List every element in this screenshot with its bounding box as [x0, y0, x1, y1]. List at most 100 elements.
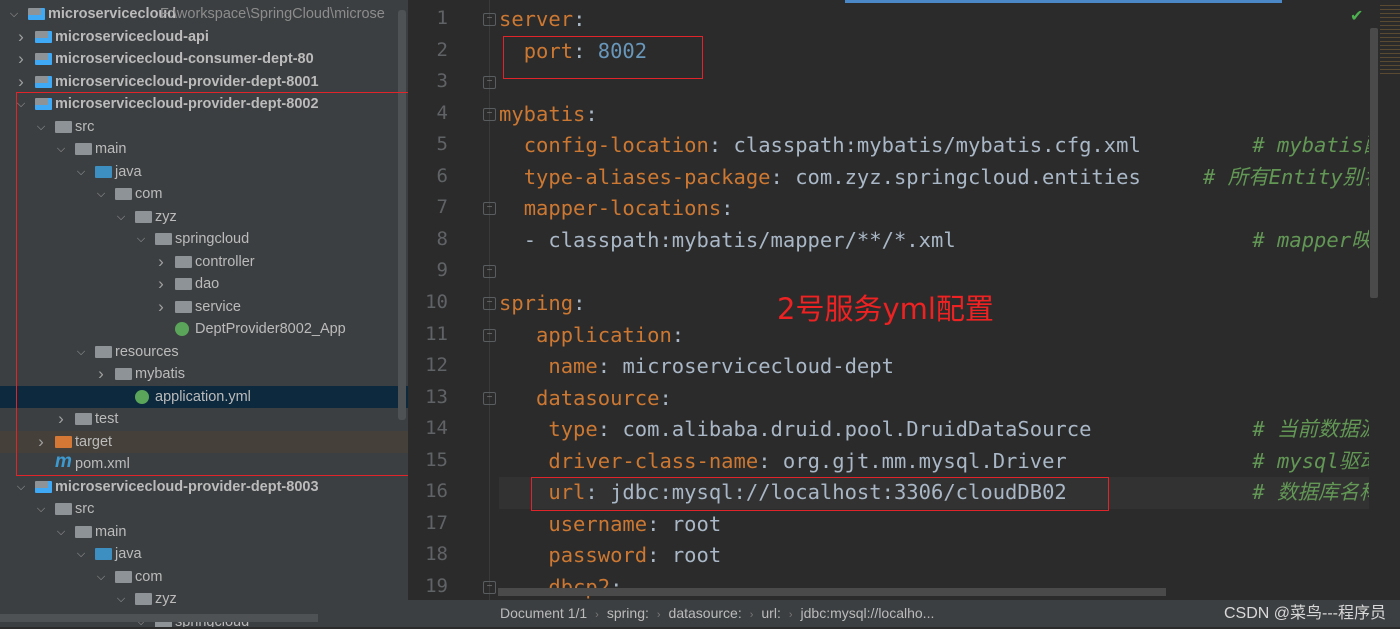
- tree-item[interactable]: ⌵ main: [0, 521, 408, 544]
- chevron-right-icon[interactable]: ›: [35, 431, 47, 454]
- fold-marker-icon[interactable]: −: [483, 202, 496, 216]
- tree-item[interactable]: ⌵ microservicecloud-provider-dept-8003: [0, 476, 408, 499]
- chevron-right-icon[interactable]: ›: [155, 251, 167, 274]
- tree-item[interactable]: › test: [0, 408, 408, 431]
- code-line[interactable]: type: com.alibaba.druid.pool.DruidDataSo…: [499, 414, 1369, 446]
- module-icon: [35, 75, 52, 88]
- editor-vertical-scrollbar[interactable]: [1370, 28, 1378, 298]
- spring-class-icon: [175, 322, 189, 336]
- yaml-comment: # mybatis配: [1252, 133, 1369, 158]
- chevron-down-icon[interactable]: ⌵: [35, 116, 47, 139]
- chevron-right-icon[interactable]: ›: [95, 363, 107, 386]
- code-line[interactable]: server:: [499, 4, 1369, 36]
- fold-marker-icon[interactable]: −: [483, 328, 496, 342]
- chevron-down-icon[interactable]: ⌵: [15, 93, 27, 116]
- tree-item[interactable]: ⌵ src: [0, 116, 408, 139]
- yaml-key: mybatis: [499, 101, 586, 126]
- tree-item[interactable]: ⌵ java: [0, 161, 408, 184]
- fold-marker-icon[interactable]: −: [483, 13, 496, 26]
- tree-item[interactable]: ⌵ src: [0, 498, 408, 521]
- code-line[interactable]: driver-class-name: org.gjt.mm.mysql.Driv…: [499, 446, 1369, 478]
- code-line[interactable]: - classpath:mybatis/mapper/**/*.xml # map…: [499, 225, 1369, 257]
- tree-item[interactable]: › target: [0, 430, 408, 454]
- fold-marker-icon[interactable]: −: [483, 296, 496, 310]
- line-number: 19: [425, 574, 448, 597]
- tree-item[interactable]: ⌵ resources: [0, 341, 408, 364]
- chevron-right-icon[interactable]: ›: [15, 48, 27, 71]
- tree-item[interactable]: ⌵ springcloud: [0, 228, 408, 251]
- chevron-down-icon[interactable]: ⌵: [115, 206, 127, 229]
- chevron-down-icon[interactable]: ⌵: [75, 341, 87, 364]
- check-icon[interactable]: ✔: [1350, 6, 1363, 26]
- breadcrumb-item[interactable]: spring:: [607, 605, 649, 621]
- code-line[interactable]: username: root: [499, 509, 1369, 541]
- yaml-key: driver-class-name: [548, 448, 759, 473]
- tree-item[interactable]: › service: [0, 296, 408, 319]
- code-line[interactable]: datasource:: [499, 383, 1369, 415]
- code-line[interactable]: mapper-locations:: [499, 193, 1369, 225]
- breadcrumb-item[interactable]: Document 1/1: [500, 605, 587, 621]
- fold-marker-icon[interactable]: −: [483, 265, 496, 279]
- project-tree[interactable]: ⌵ microservicecloud F:\workspace\SpringClo…: [0, 0, 408, 627]
- tree-item[interactable]: ⌵ com: [0, 566, 408, 589]
- code-line[interactable]: [499, 256, 1369, 288]
- tree-item[interactable]: application.yml: [0, 385, 408, 408]
- code-editor[interactable]: 1− server: 2 port: 8002 3−4− mybatis: 5 con…: [408, 0, 1400, 600]
- tree-item[interactable]: › microservicecloud-consumer-dept-80: [0, 48, 408, 71]
- breadcrumb-item[interactable]: jdbc:mysql://localho...: [801, 605, 935, 621]
- tree-item[interactable]: › microservicecloud-provider-dept-8001: [0, 71, 408, 94]
- fold-marker-icon[interactable]: −: [483, 391, 496, 405]
- tree-item[interactable]: DeptProvider8002_App: [0, 318, 408, 341]
- breadcrumb-item[interactable]: url:: [761, 605, 780, 621]
- chevron-right-icon[interactable]: ›: [55, 408, 67, 431]
- fold-marker-icon[interactable]: −: [483, 107, 496, 121]
- tree-vertical-scrollbar[interactable]: [398, 10, 406, 420]
- chevron-right-icon[interactable]: ›: [15, 71, 27, 94]
- chevron-down-icon[interactable]: ⌵: [115, 588, 127, 611]
- yaml-key: application: [536, 322, 672, 347]
- tree-item[interactable]: › microservicecloud-api: [0, 26, 408, 49]
- line-number: 13: [425, 385, 448, 408]
- breadcrumb-item[interactable]: datasource:: [669, 605, 742, 621]
- line-number: 12: [425, 354, 448, 377]
- tree-item[interactable]: m pom.xml: [0, 451, 408, 476]
- tree-item[interactable]: › dao: [0, 273, 408, 296]
- chevron-down-icon[interactable]: ⌵: [8, 3, 20, 26]
- line-number: 11: [425, 322, 448, 345]
- tree-item[interactable]: › mybatis: [0, 363, 408, 386]
- fold-marker-icon[interactable]: −: [483, 580, 496, 594]
- yaml-key: datasource: [536, 385, 660, 410]
- tree-item[interactable]: ⌵ zyz: [0, 206, 408, 229]
- tree-item-label: microservicecloud-provider-dept-8001: [55, 73, 319, 90]
- fold-marker-icon[interactable]: −: [483, 76, 496, 90]
- tree-item[interactable]: › controller: [0, 251, 408, 274]
- code-line[interactable]: password: root: [499, 540, 1369, 572]
- tree-item[interactable]: ⌵ microservicecloud-provider-dept-8002: [0, 93, 408, 116]
- chevron-down-icon[interactable]: ⌵: [75, 543, 87, 566]
- chevron-down-icon[interactable]: ⌵: [75, 161, 87, 184]
- chevron-down-icon[interactable]: ⌵: [135, 228, 147, 251]
- tree-horizontal-scrollbar[interactable]: [0, 614, 318, 622]
- chevron-down-icon[interactable]: ⌵: [55, 521, 67, 544]
- code-line[interactable]: name: microservicecloud-dept: [499, 351, 1369, 383]
- chevron-down-icon[interactable]: ⌵: [95, 183, 107, 206]
- tree-item[interactable]: ⌵ microservicecloud F:\workspace\SpringClo…: [0, 3, 408, 26]
- chevron-right-icon[interactable]: ›: [155, 296, 167, 319]
- chevron-down-icon[interactable]: ⌵: [95, 566, 107, 589]
- chevron-right-icon[interactable]: ›: [15, 26, 27, 49]
- tree-item[interactable]: ⌵ main: [0, 138, 408, 161]
- tree-item[interactable]: ⌵ zyz: [0, 588, 408, 611]
- code-line[interactable]: config-location: classpath:mybatis/mybat…: [499, 130, 1369, 162]
- editor-horizontal-scrollbar[interactable]: [498, 588, 1166, 596]
- yaml-key: server: [499, 7, 574, 31]
- chevron-down-icon[interactable]: ⌵: [15, 476, 27, 499]
- yaml-key: config-location: [523, 133, 709, 158]
- code-line[interactable]: mybatis:: [499, 99, 1369, 131]
- tree-item[interactable]: ⌵ java: [0, 543, 408, 566]
- tree-item[interactable]: ⌵ com: [0, 183, 408, 206]
- chevron-right-icon[interactable]: ›: [155, 273, 167, 296]
- tree-item-label: java: [115, 163, 142, 180]
- chevron-down-icon[interactable]: ⌵: [35, 498, 47, 521]
- code-line[interactable]: type-aliases-package: com.zyz.springclou…: [499, 162, 1369, 194]
- chevron-down-icon[interactable]: ⌵: [55, 138, 67, 161]
